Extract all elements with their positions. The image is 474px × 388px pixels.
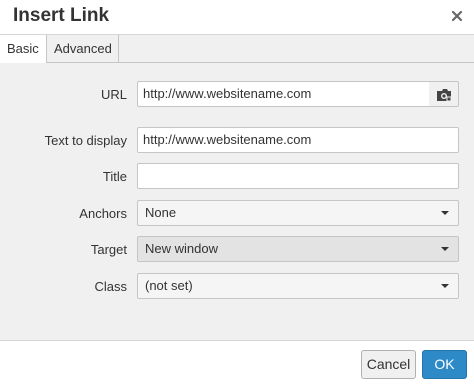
text-to-display-label: Text to display [44, 133, 127, 148]
tab-advanced[interactable]: Advanced [47, 35, 119, 62]
url-label: URL [100, 87, 127, 102]
anchors-select[interactable]: None [137, 200, 459, 226]
close-icon[interactable] [450, 9, 464, 23]
dialog-footer: Cancel OK [0, 340, 474, 388]
chevron-down-icon [441, 211, 449, 215]
tab-basic[interactable]: Basic [0, 35, 47, 63]
chevron-down-icon [441, 247, 449, 251]
target-select-value: New window [145, 241, 218, 256]
title-label: Title [102, 169, 127, 184]
url-input[interactable]: http://www.websitename.com [137, 81, 430, 107]
dialog-header: Insert Link [0, 0, 474, 35]
ok-button[interactable]: OK [422, 350, 467, 379]
target-label: Target [90, 242, 127, 257]
target-select[interactable]: New window [137, 236, 459, 262]
tab-bar: Basic Advanced [0, 35, 474, 63]
file-browser-icon [436, 88, 452, 107]
anchors-label: Anchors [79, 206, 127, 221]
cancel-button[interactable]: Cancel [361, 350, 416, 379]
anchors-select-value: None [145, 205, 177, 220]
class-label: Class [94, 279, 127, 294]
insert-link-dialog: Insert Link Basic Advanced URL http://ww… [0, 0, 474, 388]
chevron-down-icon [441, 284, 449, 288]
title-input[interactable] [137, 163, 459, 189]
dialog-title: Insert Link [13, 5, 110, 26]
class-select-value: (not set) [145, 278, 193, 293]
file-browser-button[interactable] [429, 81, 459, 107]
text-to-display-input[interactable]: http://www.websitename.com [137, 127, 459, 153]
class-select[interactable]: (not set) [137, 273, 459, 299]
